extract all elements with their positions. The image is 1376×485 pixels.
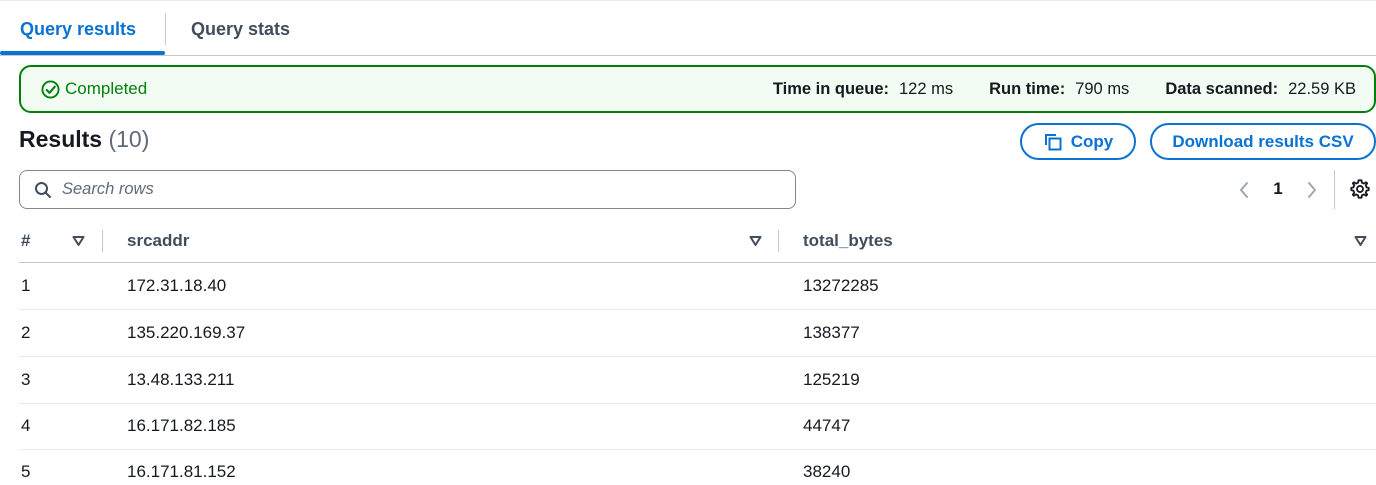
table-row: 1 172.31.18.40 13272285 bbox=[19, 263, 1376, 310]
sort-down-icon[interactable] bbox=[72, 235, 85, 247]
cell-total-bytes: 44747 bbox=[803, 416, 851, 435]
query-results-panel: Query results Query stats Completed Time… bbox=[0, 0, 1376, 485]
cell-index: 1 bbox=[21, 276, 31, 295]
cell-srcaddr: 135.220.169.37 bbox=[127, 323, 246, 342]
table-row: 2 135.220.169.37 138377 bbox=[19, 310, 1376, 357]
sort-down-icon[interactable] bbox=[749, 235, 762, 247]
download-results-csv-button[interactable]: Download results CSV bbox=[1150, 123, 1376, 160]
results-title: Results bbox=[19, 126, 103, 152]
pagination-divider bbox=[1334, 170, 1335, 209]
cell-srcaddr: 16.171.81.152 bbox=[127, 462, 236, 481]
tab-divider bbox=[165, 13, 166, 45]
cell-srcaddr: 13.48.133.211 bbox=[127, 370, 235, 389]
tab-query-stats[interactable]: Query stats bbox=[191, 1, 290, 56]
cell-index: 4 bbox=[21, 416, 31, 435]
cell-index: 2 bbox=[21, 323, 31, 342]
chevron-left-icon[interactable] bbox=[1235, 179, 1253, 201]
cell-total-bytes: 125219 bbox=[803, 370, 860, 389]
stat-value: 790 ms bbox=[1075, 80, 1130, 98]
cell-index: 3 bbox=[21, 370, 31, 389]
cell-total-bytes: 138377 bbox=[803, 323, 860, 342]
tab-query-results[interactable]: Query results bbox=[20, 1, 136, 56]
results-count: (10) bbox=[108, 126, 150, 152]
stat-data-scanned: Data scanned: 22.59 KB bbox=[1165, 67, 1356, 111]
column-header-index[interactable]: # bbox=[21, 220, 30, 262]
stat-value: 22.59 KB bbox=[1288, 80, 1356, 98]
table-row: 4 16.171.82.185 44747 bbox=[19, 403, 1376, 450]
search-icon bbox=[35, 182, 51, 198]
stat-time-in-queue: Time in queue: 122 ms bbox=[773, 67, 953, 111]
column-resizer[interactable] bbox=[102, 230, 103, 252]
stat-label: Data scanned: bbox=[1165, 80, 1279, 98]
current-page-number[interactable]: 1 bbox=[1266, 178, 1290, 200]
stat-run-time: Run time: 790 ms bbox=[989, 67, 1129, 111]
status-banner: Completed Time in queue: 122 ms Run time:… bbox=[19, 65, 1376, 113]
status-text: Completed bbox=[65, 79, 148, 98]
results-heading: Results (10) bbox=[19, 126, 149, 153]
cell-index: 5 bbox=[21, 462, 31, 481]
active-tab-indicator bbox=[0, 51, 165, 55]
column-header-srcaddr[interactable]: srcaddr bbox=[127, 220, 189, 262]
sort-down-icon[interactable] bbox=[1354, 235, 1367, 247]
copy-label: Copy bbox=[1070, 131, 1114, 151]
column-header-total-bytes[interactable]: total_bytes bbox=[803, 220, 893, 262]
query-stats-summary: Time in queue: 122 ms Run time: 790 ms Dat… bbox=[773, 67, 1356, 111]
check-circle-icon bbox=[41, 80, 60, 99]
tab-bar: Query results Query stats bbox=[0, 0, 1376, 56]
cell-total-bytes: 13272285 bbox=[803, 276, 879, 295]
search-input[interactable] bbox=[62, 171, 782, 208]
table-header: # srcaddr total_bytes bbox=[19, 220, 1376, 263]
cell-srcaddr: 16.171.82.185 bbox=[127, 416, 236, 435]
table-row: 5 16.171.81.152 38240 bbox=[19, 449, 1376, 485]
stat-label: Run time: bbox=[989, 80, 1066, 98]
gear-icon[interactable] bbox=[1349, 178, 1371, 200]
chevron-right-icon[interactable] bbox=[1303, 179, 1321, 201]
stat-value: 122 ms bbox=[899, 80, 954, 98]
cell-total-bytes: 38240 bbox=[803, 462, 851, 481]
table-row: 3 13.48.133.211 125219 bbox=[19, 357, 1376, 404]
cell-srcaddr: 172.31.18.40 bbox=[127, 276, 227, 295]
stat-label: Time in queue: bbox=[772, 80, 889, 98]
copy-icon bbox=[1044, 133, 1062, 150]
column-resizer[interactable] bbox=[778, 230, 779, 252]
copy-button[interactable]: Copy bbox=[1020, 123, 1136, 160]
search-rows-field bbox=[19, 170, 796, 209]
